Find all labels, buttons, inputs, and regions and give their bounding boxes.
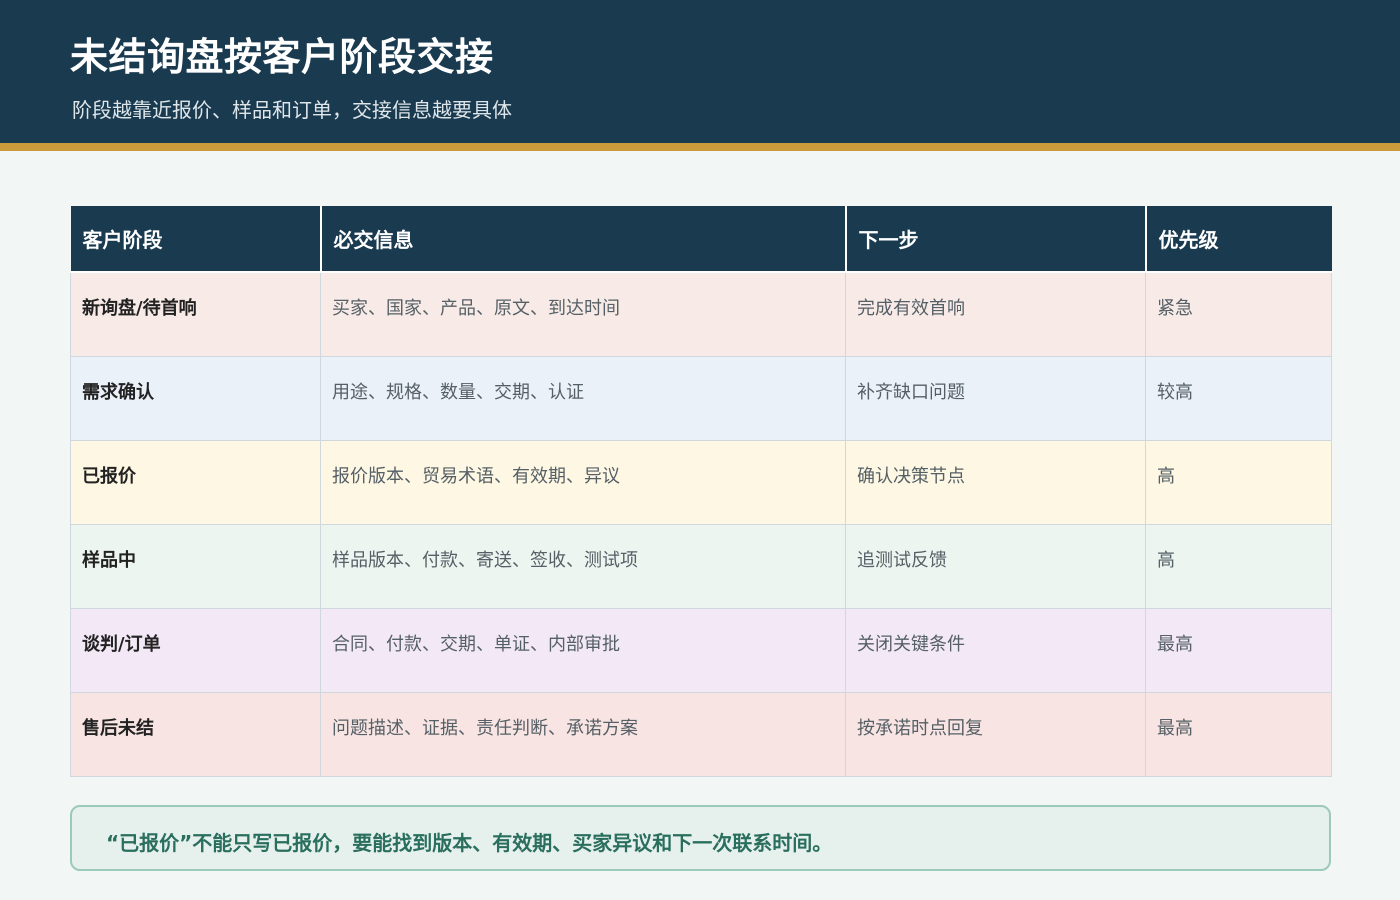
column-header-info: 必交信息 [319,206,847,273]
table-row: 已报价 报价版本、贸易术语、有效期、异议 确认决策节点高 [70,439,1332,525]
cell-stage: 需求确认 [70,355,321,441]
header-accent-bar [0,143,1400,151]
cell-info: 买家、国家、产品、原文、到达时间 [320,271,846,357]
page-header: 未结询盘按客户阶段交接 阶段越靠近报价、样品和订单，交接信息越要具体 [0,0,1400,143]
cell-next: 关闭关键条件 [845,607,1146,693]
cell-stage: 售后未结 [70,691,321,777]
cell-next: 完成有效首响 [845,271,1146,357]
cell-info: 问题描述、证据、责任判断、承诺方案 [320,691,846,777]
cell-info: 用途、规格、数量、交期、认证 [320,355,846,441]
cell-next: 追测试反馈 [845,523,1146,609]
cell-priority: 最高 [1145,607,1332,693]
cell-info: 样品版本、付款、寄送、签收、测试项 [320,523,846,609]
page-subtitle: 阶段越靠近报价、样品和订单，交接信息越要具体 [72,98,512,122]
cell-priority: 较高 [1145,355,1332,441]
cell-next: 确认决策节点 [845,439,1146,525]
cell-next: 补齐缺口问题 [845,355,1146,441]
table-row: 谈判/订单 合同、付款、交期、单证、内部审批 关闭关键条件 最高 [70,607,1332,693]
cell-info: 合同、付款、交期、单证、内部审批 [320,607,846,693]
column-header-stage: 客户阶段 [70,206,322,273]
callout-note-text: “已报价”不能只写已报价，要能找到版本、有效期、买家异议和下一次联系时间。 [106,831,833,855]
cell-priority: 最高 [1145,691,1332,777]
column-header-priority: 优先级 [1144,206,1332,273]
table-row: 样品中 样品版本、付款、寄送、签收、测试项 追测试反馈高 [70,523,1332,609]
cell-stage: 新询盘/待首响 [70,271,321,357]
handover-table-container: 客户阶段 必交信息 下一步 优先级 新询盘/待首响 买家、国家、产品、原文、到达时… [70,206,1332,777]
table-row: 售后未结 问题描述、证据、责任判断、承诺方案 按承诺时点回复 最高 [70,691,1332,777]
table-row: 新询盘/待首响 买家、国家、产品、原文、到达时间 完成有效首响 紧急 [70,271,1332,357]
callout-note: “已报价”不能只写已报价，要能找到版本、有效期、买家异议和下一次联系时间。 [70,805,1331,871]
cell-priority: 高 [1145,523,1332,609]
cell-next: 按承诺时点回复 [845,691,1146,777]
page-title: 未结询盘按客户阶段交接 [70,35,494,79]
cell-stage: 谈判/订单 [70,607,321,693]
handover-table: 客户阶段 必交信息 下一步 优先级 新询盘/待首响 买家、国家、产品、原文、到达时… [70,206,1332,777]
cell-priority: 高 [1145,439,1332,525]
table-body: 新询盘/待首响 买家、国家、产品、原文、到达时间 完成有效首响 紧急 需求确认 用途、规格… [70,271,1332,777]
column-header-next: 下一步 [844,206,1147,273]
table-header-row: 客户阶段 必交信息 下一步 优先级 [70,206,1332,273]
cell-priority: 紧急 [1145,271,1332,357]
cell-stage: 已报价 [70,439,321,525]
cell-stage: 样品中 [70,523,321,609]
cell-info: 报价版本、贸易术语、有效期、异议 [320,439,846,525]
table-row: 需求确认 用途、规格、数量、交期、认证 补齐缺口问题 较高 [70,355,1332,441]
